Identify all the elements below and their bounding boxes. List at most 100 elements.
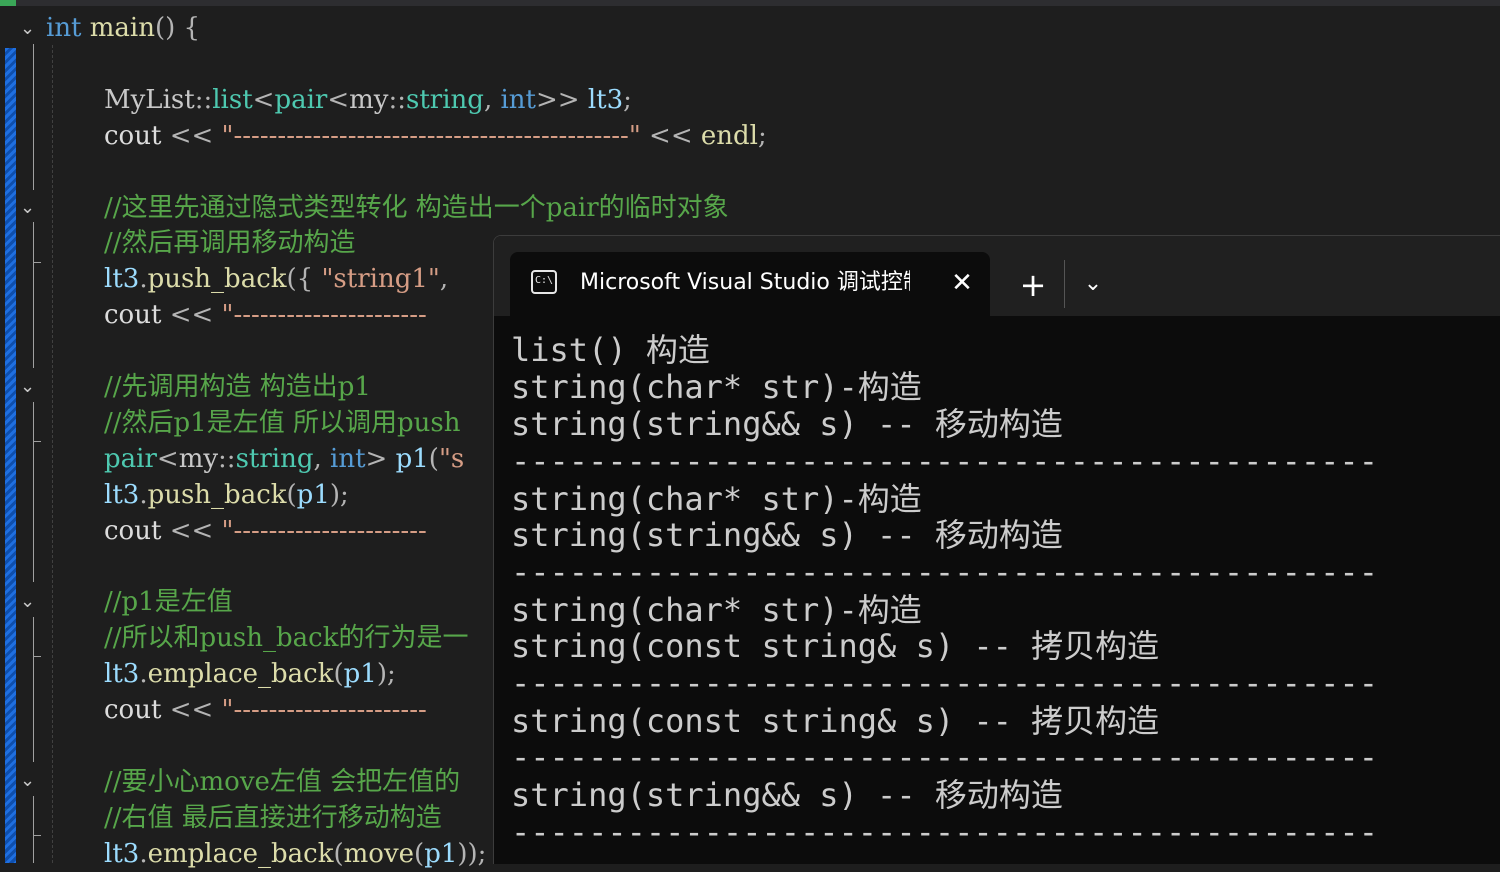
editor-top-accent [0,0,16,6]
code-token: , [313,443,331,474]
console-separator-line: ----------------------------------------… [511,738,1378,776]
code-token: lt3 [587,84,624,115]
fold-region-line [33,796,34,863]
code-token: "---------------------- [221,300,427,331]
code-line[interactable]: //然后p1是左值 所以调用push [104,405,460,441]
code-token: ( [414,838,425,869]
console-output-line: string(string&& s) -- 移动构造 [511,405,1063,443]
code-line[interactable]: lt3.emplace_back(p1); [104,656,396,692]
fold-region-tick [33,441,41,442]
code-token: //所以和push_back的行为是一 [104,623,469,654]
code-token: move [343,838,415,869]
code-line[interactable]: lt3.emplace_back(move(p1)); [104,836,486,872]
editor-top-strip [0,0,1500,6]
code-token: () { [155,13,201,43]
console-output-line: string(char* str)-构造 [511,591,922,629]
change-indicator-bar [5,48,16,863]
code-token: , [439,264,449,295]
terminal-tab[interactable]: C:\ Microsoft Visual Studio 调试控制台 ✕ [510,252,990,316]
terminal-tab-title: Microsoft Visual Studio 调试控制台 [580,270,910,295]
code-line[interactable]: //这里先通过隐式类型转化 构造出一个pair的临时对象 [104,190,729,226]
code-token: "string1" [321,264,440,295]
code-token: << [169,695,222,726]
console-icon: C:\ [531,270,557,294]
code-line[interactable]: //然后再调用移动构造 [104,225,356,261]
code-line[interactable]: //要小心move左值 会把左值的 [104,764,460,800]
console-separator-line: ----------------------------------------… [511,442,1378,480]
code-token: ; [623,84,632,115]
code-token: :: [218,443,236,474]
fold-region-line [33,617,34,762]
fold-region-line [33,222,34,368]
terminal-tab-bar: C:\ Microsoft Visual Studio 调试控制台 ✕ + ⌄ [494,236,1500,316]
code-line[interactable]: MyList::list<pair<my::string, int>> lt3; [104,82,632,118]
code-token: int [500,84,536,115]
code-token: "s [438,443,465,474]
code-token: pair [274,84,328,115]
code-token: pair [104,443,157,474]
code-line[interactable]: pair<my::string, int> p1("s [104,441,464,477]
code-token: cout [104,120,170,151]
console-output-line: string(const string& s) -- 拷贝构造 [511,702,1160,740]
code-token: //右值 最后直接进行移动构造 [104,802,442,833]
code-token: << [169,300,222,331]
code-token: my [349,84,389,115]
code-token: . [139,838,148,869]
code-token: << [169,515,222,546]
code-line[interactable]: cout << "---------------------- [104,513,427,549]
code-token: ); [329,479,349,510]
code-token: ({ [286,264,322,295]
code-token: ( [333,659,344,690]
code-token: p1 [343,659,377,690]
code-token: ( [428,443,439,474]
console-separator-line: ----------------------------------------… [511,664,1378,702]
fold-chevron-down-icon[interactable]: ⌄ [20,199,35,217]
code-token: p1 [424,838,458,869]
new-tab-plus-icon[interactable]: + [1015,267,1051,303]
code-token: lt3 [104,659,140,690]
console-separator-line: ----------------------------------------… [511,553,1378,591]
code-token: << [640,120,701,151]
code-token: p1 [395,443,429,474]
code-token: cout [104,300,170,331]
code-token: )); [457,838,487,869]
code-line[interactable]: lt3.push_back({ "string1", [104,261,448,297]
code-line[interactable]: lt3.push_back(p1); [104,477,349,513]
code-token: >> [535,84,588,115]
code-line[interactable]: cout << "-------------------------------… [104,118,767,154]
code-line[interactable]: int main() { [46,10,200,46]
fold-chevron-down-icon[interactable]: ⌄ [20,20,35,38]
code-line[interactable]: //p1是左值 [104,584,233,620]
fold-region-tick [33,262,41,263]
debug-console-window[interactable]: C:\ Microsoft Visual Studio 调试控制台 ✕ + ⌄ … [493,235,1500,864]
chevron-down-icon[interactable]: ⌄ [1076,267,1110,301]
code-token: "---------------------------------------… [221,120,641,151]
code-token: int [330,443,366,474]
code-token: //然后再调用移动构造 [104,228,356,259]
code-token: lt3 [104,838,140,869]
code-token: cout [104,695,170,726]
code-token: "---------------------- [221,515,427,546]
fold-chevron-down-icon[interactable]: ⌄ [20,593,35,611]
console-output-line: string(string&& s) -- 移动构造 [511,776,1063,814]
fold-chevron-down-icon[interactable]: ⌄ [20,378,35,396]
code-token: :: [194,84,213,115]
code-token: lt3 [104,264,140,295]
console-output-line: string(char* str)-构造 [511,368,922,406]
console-output-line: string(char* str)-构造 [511,480,922,518]
code-line[interactable]: cout << "---------------------- [104,692,427,728]
code-line[interactable]: cout << "---------------------- [104,297,427,333]
tab-bar-divider [1064,260,1065,308]
close-icon[interactable]: ✕ [947,268,977,298]
code-token: //这里先通过隐式类型转化 构造出一个pair的临时对象 [104,192,729,223]
code-token: . [139,264,148,295]
code-line[interactable]: //所以和push_back的行为是一 [104,620,468,656]
code-token: < [327,84,350,115]
console-separator-line: ----------------------------------------… [511,813,1378,851]
code-token: :: [388,84,406,115]
indent-guide [52,45,53,863]
code-line[interactable]: //右值 最后直接进行移动构造 [104,800,442,836]
fold-chevron-down-icon[interactable]: ⌄ [20,772,35,790]
fold-region-line [33,402,34,582]
code-line[interactable]: //先调用构造 构造出p1 [104,369,371,405]
